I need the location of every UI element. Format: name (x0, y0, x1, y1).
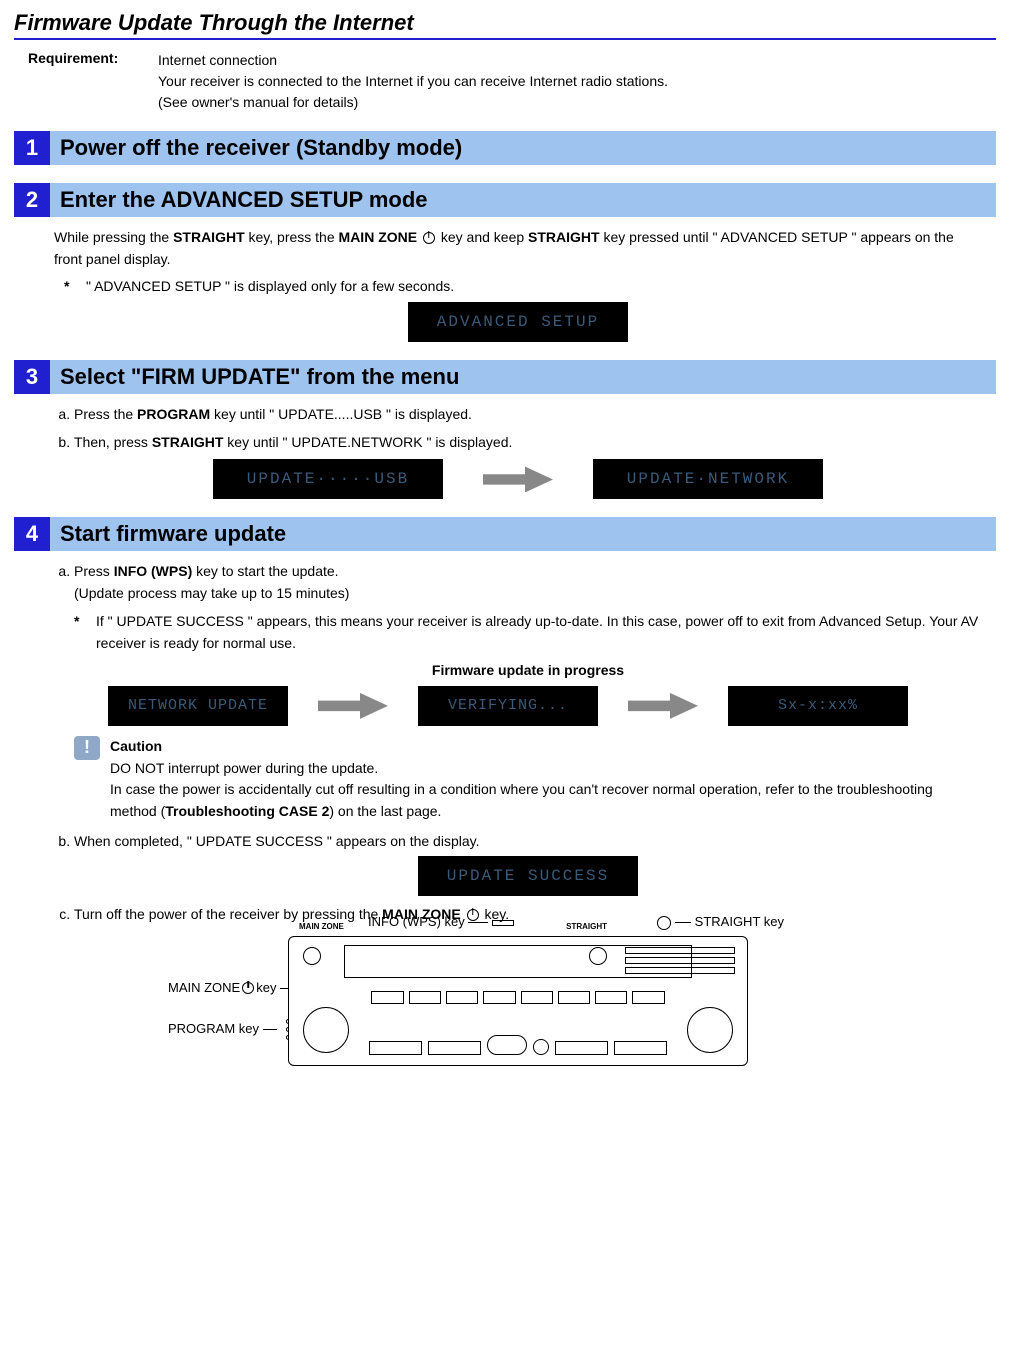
text: key to start the update. (192, 563, 338, 579)
text: Press (74, 563, 114, 579)
text-troubleshooting-ref: Troubleshooting CASE 2 (165, 803, 329, 819)
lcd-verifying: VERIFYING... (418, 686, 598, 726)
arrow-icon (318, 693, 388, 719)
step4-a-subtext: (Update process may take up to 15 minute… (74, 583, 982, 605)
text: key, press the (245, 229, 339, 245)
key-name-straight: STRAIGHT (528, 229, 600, 245)
step2-title: Enter the ADVANCED SETUP mode (50, 183, 996, 217)
step4-number: 4 (14, 517, 50, 551)
callout-label-suffix: key (256, 980, 276, 995)
text: key until " UPDATE.....USB " is displaye… (210, 406, 472, 422)
lcd-row: UPDATE SUCCESS (74, 856, 982, 896)
lcd-row: ADVANCED SETUP (54, 302, 982, 342)
caution-block: ! Caution DO NOT interrupt power during … (74, 736, 982, 823)
lcd-update-network: UPDATE·NETWORK (593, 459, 823, 499)
step1-number: 1 (14, 131, 50, 165)
callout-label: MAIN ZONE (168, 980, 240, 995)
panel-stack (625, 947, 735, 977)
callout-straight-key: STRAIGHT key (657, 912, 784, 932)
step4-title: Start firmware update (50, 517, 996, 551)
caution-line2: In case the power is accidentally cut of… (110, 779, 982, 822)
progress-caption: Firmware update in progress (74, 660, 982, 682)
callout-label: STRAIGHT key (695, 914, 784, 929)
requirement-label: Requirement: (28, 50, 158, 113)
step1-title: Power off the receiver (Standby mode) (50, 131, 996, 165)
step4-item-b: When completed, " UPDATE SUCCESS " appea… (74, 831, 982, 897)
lcd-update-success: UPDATE SUCCESS (418, 856, 638, 896)
text: Press the (74, 406, 137, 422)
panel-label-straight: STRAIGHT (566, 921, 607, 933)
panel-knob-right (687, 1007, 733, 1053)
step3-list: Press the PROGRAM key until " UPDATE....… (54, 404, 982, 453)
caution-body: Caution DO NOT interrupt power during th… (110, 736, 982, 823)
step4-header: 4 Start firmware update (14, 517, 996, 551)
callout-info-key: INFO (WPS) key (368, 912, 514, 932)
receiver-diagram: INFO (WPS) key STRAIGHT key MAIN ZONEkey… (168, 936, 868, 1066)
lcd-update-usb: UPDATE·····USB (213, 459, 443, 499)
panel-label-mainzone: MAIN ZONE (299, 921, 344, 933)
straight-key-shape (657, 916, 671, 930)
panel-button-row (371, 991, 664, 1004)
step4-note-text: If " UPDATE SUCCESS " appears, this mean… (96, 611, 982, 654)
caution-icon: ! (74, 736, 100, 760)
step1-header: 1 Power off the receiver (Standby mode) (14, 131, 996, 165)
arrow-icon (628, 693, 698, 719)
text: key until " UPDATE.NETWORK " is displaye… (223, 434, 512, 450)
text: ) on the last page. (329, 803, 441, 819)
step4-note: * If " UPDATE SUCCESS " appears, this me… (74, 611, 982, 654)
step3-item-b: Then, press STRAIGHT key until " UPDATE.… (74, 432, 982, 454)
key-name-straight: STRAIGHT (173, 229, 245, 245)
step3-number: 3 (14, 360, 50, 394)
star-mark: * (74, 611, 96, 654)
step3-body: Press the PROGRAM key until " UPDATE....… (54, 404, 982, 499)
page-title: Firmware Update Through the Internet (14, 10, 996, 40)
step2-note-text: " ADVANCED SETUP " is displayed only for… (86, 276, 454, 298)
panel-knob-left (303, 1007, 349, 1053)
caution-line1: DO NOT interrupt power during the update… (110, 758, 982, 780)
callout-label: PROGRAM key (168, 1021, 259, 1036)
power-icon (242, 982, 254, 994)
info-key-shape (492, 920, 514, 926)
lcd-row: UPDATE·····USB UPDATE·NETWORK (54, 459, 982, 499)
key-name-straight: STRAIGHT (152, 434, 224, 450)
lcd-percent: Sx-x:xx% (728, 686, 908, 726)
step4-body: Press INFO (WPS) key to start the update… (54, 561, 982, 1066)
lcd-network-update: NETWORK UPDATE (108, 686, 288, 726)
star-mark: * (64, 276, 86, 298)
step3-title: Select "FIRM UPDATE" from the menu (50, 360, 996, 394)
panel-bottom-row (369, 1025, 667, 1055)
caution-title: Caution (110, 736, 982, 758)
requirement-line2: Your receiver is connected to the Intern… (158, 71, 668, 92)
step2-number: 2 (14, 183, 50, 217)
step4-list: Press INFO (WPS) key to start the update… (54, 561, 982, 926)
step2-paragraph: While pressing the STRAIGHT key, press t… (54, 227, 982, 270)
lcd-advanced-setup: ADVANCED SETUP (408, 302, 628, 342)
text: While pressing the (54, 229, 173, 245)
lcd-progress-row: NETWORK UPDATE VERIFYING... Sx-x:xx% (34, 686, 982, 726)
text: key and keep (437, 229, 528, 245)
callout-label: INFO (WPS) key (368, 914, 465, 929)
step4-item-a: Press INFO (WPS) key to start the update… (74, 561, 982, 822)
text: When completed, " UPDATE SUCCESS " appea… (74, 833, 480, 849)
step2-header: 2 Enter the ADVANCED SETUP mode (14, 183, 996, 217)
step2-body: While pressing the STRAIGHT key, press t… (54, 227, 982, 342)
power-icon (423, 232, 435, 244)
text: Then, press (74, 434, 152, 450)
step4-item-c: Turn off the power of the receiver by pr… (74, 904, 982, 926)
text: Turn off the power of the receiver by pr… (74, 906, 382, 922)
requirement-line3: (See owner's manual for details) (158, 92, 668, 113)
key-name-mainzone: MAIN ZONE (339, 229, 418, 245)
step3-header: 3 Select "FIRM UPDATE" from the menu (14, 360, 996, 394)
requirement-body: Internet connection Your receiver is con… (158, 50, 668, 113)
arrow-icon (483, 466, 553, 492)
step3-item-a: Press the PROGRAM key until " UPDATE....… (74, 404, 982, 426)
key-name-info: INFO (WPS) (114, 563, 193, 579)
receiver-front-panel: MAIN ZONE STRAIGHT (288, 936, 748, 1066)
panel-power-button (303, 947, 321, 965)
step2-note: * " ADVANCED SETUP " is displayed only f… (64, 276, 982, 298)
requirement-row: Requirement: Internet connection Your re… (28, 50, 996, 113)
requirement-line1: Internet connection (158, 50, 668, 71)
key-name-program: PROGRAM (137, 406, 210, 422)
